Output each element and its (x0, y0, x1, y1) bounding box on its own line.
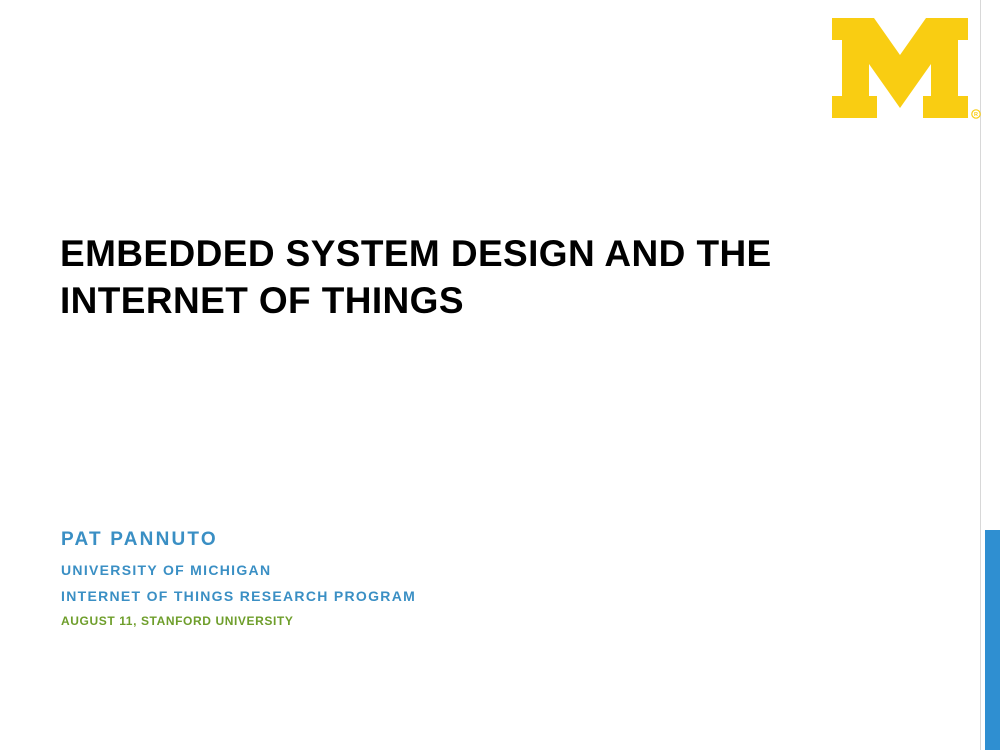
affiliation-university: UNIVERSITY OF MICHIGAN (61, 562, 272, 578)
accent-bar (985, 530, 1000, 750)
subtitle-block: PAT PANNUTO UNIVERSITY OF MICHIGAN INTER… (61, 527, 761, 630)
svg-text:R: R (974, 112, 978, 118)
university-of-michigan-logo-icon: R (832, 18, 981, 119)
author-name: PAT PANNUTO (61, 529, 218, 550)
date-location: AUGUST 11, STANFORD UNIVERSITY (61, 614, 294, 628)
affiliation-program: INTERNET OF THINGS RESEARCH PROGRAM (61, 588, 417, 604)
slide-title-line-1: EMBEDDED SYSTEM DESIGN AND THE (60, 233, 772, 274)
slide-title-line-2: INTERNET OF THINGS (60, 280, 464, 321)
slide-title: EMBEDDED SYSTEM DESIGN AND THE INTERNET … (60, 230, 940, 324)
title-slide: R EMBEDDED SYSTEM DESIGN AND THE INTERNE… (0, 0, 1000, 750)
